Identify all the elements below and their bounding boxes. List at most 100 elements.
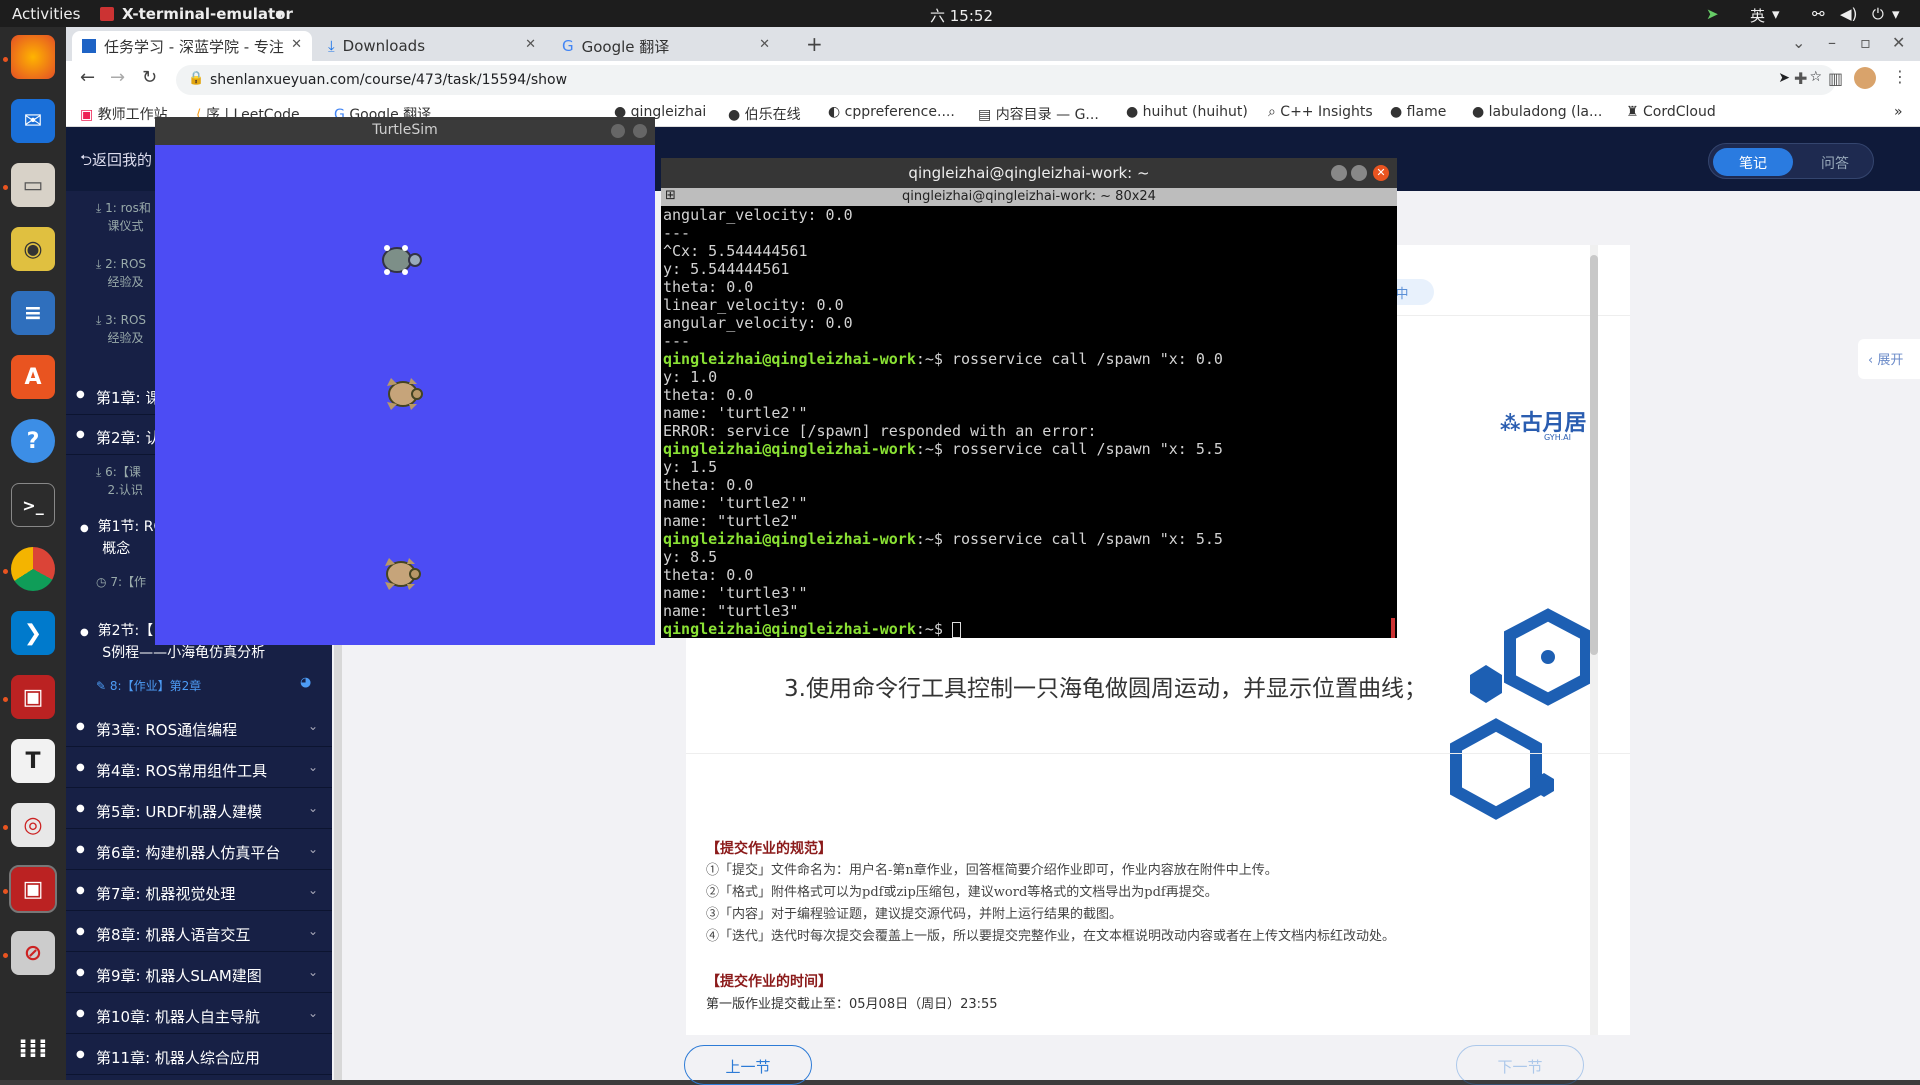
chapter-item[interactable]: ● 第4章: ROS常用组件工具 ⌄: [66, 750, 332, 788]
bookmark-item[interactable]: ● huihut (huihut): [1126, 104, 1248, 120]
terminal-text: y: 1.5: [663, 458, 718, 476]
send-icon[interactable]: ➤: [1778, 70, 1790, 86]
terminal-window[interactable]: qingleizhai@qingleizhai-work: ~ ✕ ⊞ qing…: [661, 158, 1397, 638]
maximize-icon[interactable]: [1351, 165, 1367, 181]
chevron-down-icon: ⌄: [307, 883, 318, 897]
typora-icon[interactable]: T: [11, 739, 55, 783]
avatar[interactable]: [1854, 67, 1876, 89]
close-icon[interactable]: ✕: [291, 37, 302, 52]
rhythmbox-icon[interactable]: ◉: [11, 227, 55, 271]
close-icon[interactable]: ✕: [759, 37, 770, 52]
maximize-icon[interactable]: ▫: [1860, 33, 1871, 52]
input-method[interactable]: 英: [1750, 5, 1765, 26]
chapter-item[interactable]: ● 第3章: ROS通信编程 ⌄: [66, 709, 332, 747]
chapter-item[interactable]: ● 第9章: 机器人SLAM建图 ⌄: [66, 955, 332, 993]
blocked-app-icon[interactable]: ⊘: [11, 931, 55, 975]
files-icon[interactable]: ▭: [11, 163, 55, 207]
section-item[interactable]: ● 第1节: RO 概念: [80, 517, 164, 559]
lesson-item[interactable]: ⤓ 3: ROS 经验及: [96, 311, 146, 347]
tab-translate[interactable]: G Google 翻译 ✕: [552, 31, 780, 61]
chapter-item[interactable]: ● 第8章: 机器人语音交互 ⌄: [66, 914, 332, 952]
more-bookmarks-icon[interactable]: »: [1894, 104, 1903, 120]
chapter-item[interactable]: ● 第11章: 机器人综合应用: [66, 1037, 332, 1075]
close-icon[interactable]: [633, 124, 647, 138]
minimize-icon[interactable]: [611, 124, 625, 138]
running-indicator: [3, 185, 8, 190]
app-red2-icon[interactable]: ◎: [11, 803, 55, 847]
turtlesim-titlebar[interactable]: TurtleSim: [155, 117, 655, 145]
qa-tab[interactable]: 问答: [1805, 153, 1865, 173]
next-lesson-button[interactable]: 下一节: [1456, 1045, 1584, 1085]
lesson-item[interactable]: ◷ 7:【作: [96, 573, 146, 590]
lesson-item[interactable]: ⤓ 2: ROS 经验及: [96, 255, 146, 291]
terminal-subtitle: ⊞ qingleizhai@qingleizhai-work: ~ 80x24: [661, 188, 1397, 206]
window-title: TurtleSim: [372, 122, 438, 138]
firefox-icon[interactable]: [11, 35, 55, 79]
app-menu[interactable]: X-terminal-emulator: [122, 5, 293, 23]
tab-downloads[interactable]: ⤓ Downloads ✕: [318, 31, 546, 61]
close-icon[interactable]: ✕: [525, 37, 536, 52]
prev-lesson-button[interactable]: 上一节: [684, 1045, 812, 1085]
address-bar[interactable]: 🔒 shenlanxueyuan.com/course/473/task/155…: [176, 65, 1836, 95]
tab-course[interactable]: 任务学习 - 深蓝学院 - 专注 ✕: [72, 31, 312, 61]
help-icon[interactable]: ?: [11, 419, 55, 463]
minimize-icon[interactable]: –: [1828, 33, 1836, 52]
running-indicator: [3, 825, 8, 830]
volume-icon[interactable]: ◀): [1840, 5, 1857, 23]
network-icon[interactable]: ⚯: [1812, 5, 1825, 23]
expand-button[interactable]: ‹ 展开: [1858, 339, 1920, 379]
terminal-scrollbar[interactable]: [1391, 618, 1395, 638]
lesson-item[interactable]: ⤓ 6:【课 2.认识: [96, 463, 143, 499]
chevron-down-icon: ⌄: [307, 760, 318, 774]
back-icon[interactable]: ←: [80, 67, 95, 88]
chevron-down-icon[interactable]: ⌄: [1792, 33, 1805, 52]
chapter-item[interactable]: ● 第5章: URDF机器人建模 ⌄: [66, 791, 332, 829]
bookmark-item[interactable]: ● 伯乐在线: [728, 104, 801, 124]
bookmark-item[interactable]: ● labuladong (la...: [1472, 104, 1602, 120]
scroll-thumb[interactable]: [1590, 255, 1598, 655]
bookmark-item[interactable]: ⌕ C++ Insights: [1268, 104, 1373, 120]
chevron-down-icon: ⌄: [307, 1006, 318, 1020]
bookmark-item[interactable]: ● flame: [1390, 104, 1446, 120]
chapter-item[interactable]: ● 第7章: 机器视觉处理 ⌄: [66, 873, 332, 911]
terminal-output[interactable]: angular_velocity: 0.0 --- ^Cx: 5.544444561…: [663, 206, 1393, 638]
notes-tab[interactable]: 笔记: [1713, 148, 1793, 176]
terminal-titlebar[interactable]: qingleizhai@qingleizhai-work: ~ ✕: [661, 158, 1397, 188]
terminal-menu-icon[interactable]: ⊞: [665, 188, 676, 203]
new-tab-button[interactable]: +: [806, 32, 823, 56]
bookmark-item[interactable]: ♜ CordCloud: [1626, 104, 1716, 120]
content-scrollbar[interactable]: [1590, 245, 1598, 1035]
terminal-icon[interactable]: >_: [11, 483, 55, 527]
clock[interactable]: 六 15:52: [930, 5, 993, 26]
back-link[interactable]: ⮌返回我的: [80, 149, 152, 175]
bookmark-item[interactable]: ◐ cppreference....: [828, 104, 955, 120]
power-icon[interactable]: ⏻: [1872, 5, 1884, 23]
clock-icon: ◷: [96, 575, 107, 589]
vscode-icon[interactable]: ❯: [11, 611, 55, 655]
send-tray-icon[interactable]: ➤: [1706, 5, 1719, 23]
activities-button[interactable]: Activities: [12, 5, 80, 23]
app-red-icon[interactable]: ▣: [11, 675, 55, 719]
terminal-text: name: 'turtle2'": [663, 494, 808, 512]
chapter-item[interactable]: ● 第10章: 机器人自主导航 ⌄: [66, 996, 332, 1034]
show-apps-icon[interactable]: ⁞⁞⁞: [11, 1027, 55, 1071]
extensions-icon[interactable]: ✚: [1794, 69, 1807, 88]
star-icon[interactable]: ☆: [1809, 69, 1822, 85]
forward-icon[interactable]: →: [110, 67, 125, 88]
writer-icon[interactable]: ≡: [11, 291, 55, 335]
software-center-icon[interactable]: A: [11, 355, 55, 399]
turtlesim-window[interactable]: TurtleSim: [155, 117, 655, 645]
close-icon[interactable]: ✕: [1373, 165, 1389, 181]
chapter-item[interactable]: ● 第6章: 构建机器人仿真平台 ⌄: [66, 832, 332, 870]
app-red3-icon[interactable]: ▣: [9, 865, 57, 913]
lesson-item-active[interactable]: ✎ 8:【作业】第2章: [96, 677, 201, 694]
reload-icon[interactable]: ↻: [142, 67, 157, 88]
bookmark-item[interactable]: ▤ 内容目录 — G...: [978, 104, 1099, 124]
side-panel-icon[interactable]: ▥: [1828, 69, 1843, 88]
chrome-icon[interactable]: [11, 547, 55, 591]
thunderbird-icon[interactable]: ✉: [11, 99, 55, 143]
close-window-icon[interactable]: ✕: [1892, 33, 1905, 52]
menu-icon[interactable]: ⋮: [1892, 67, 1908, 86]
minimize-icon[interactable]: [1331, 165, 1347, 181]
lesson-item[interactable]: ⤓ 1: ros和 课仪式: [96, 199, 151, 235]
